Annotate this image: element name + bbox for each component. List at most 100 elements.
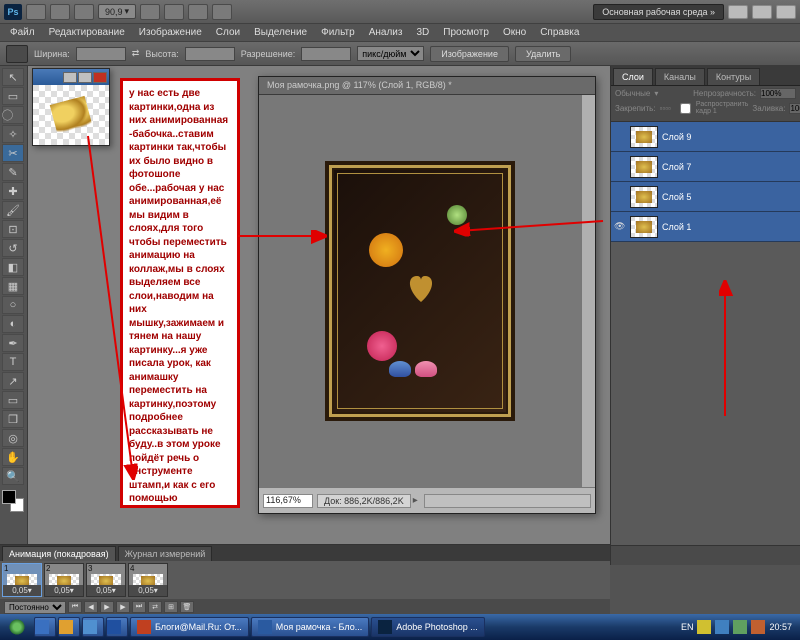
tray-icon[interactable] <box>715 620 729 634</box>
layer-row[interactable]: Слой 9 <box>611 122 800 152</box>
blur-tool[interactable]: ○ <box>2 296 24 314</box>
butterfly-canvas[interactable] <box>33 85 109 145</box>
eraser-tool[interactable]: ◧ <box>2 258 24 276</box>
next-frame-button[interactable]: ▶ <box>116 601 130 613</box>
workspace-switcher[interactable]: Основная рабочая среда » <box>593 4 724 20</box>
duplicate-frame-button[interactable]: ⊞ <box>164 601 178 613</box>
quick-launch-icon[interactable] <box>106 617 128 637</box>
tab-paths[interactable]: Контуры <box>707 68 760 85</box>
history-brush-tool[interactable]: ↺ <box>2 239 24 257</box>
front-image-button[interactable]: Изображение <box>430 46 509 62</box>
taskbar-item[interactable]: Adobe Photoshop ... <box>371 617 485 637</box>
menu-image[interactable]: Изображение <box>133 25 208 40</box>
menu-select[interactable]: Выделение <box>248 25 313 40</box>
system-tray[interactable]: EN 20:57 <box>675 620 798 634</box>
tab-animation[interactable]: Анимация (покадровая) <box>2 546 116 561</box>
animation-frame[interactable]: 20,05▾ <box>44 563 84 597</box>
arrange-icon[interactable] <box>188 4 208 20</box>
layer-row[interactable]: 👁 Слой 1 <box>611 212 800 242</box>
start-button[interactable] <box>2 616 32 638</box>
pen-tool[interactable]: ✒ <box>2 334 24 352</box>
clock[interactable]: 20:57 <box>769 622 792 632</box>
path-tool[interactable]: ↗ <box>2 372 24 390</box>
quick-launch-icon[interactable] <box>82 617 104 637</box>
layer-thumbnail[interactable] <box>630 156 658 178</box>
screen-mode-icon[interactable] <box>212 4 232 20</box>
fill-input[interactable] <box>789 103 800 114</box>
menu-file[interactable]: Файл <box>4 25 41 40</box>
menu-3d[interactable]: 3D <box>410 25 435 40</box>
opacity-input[interactable] <box>760 88 796 99</box>
dodge-tool[interactable]: ◐ <box>2 315 24 333</box>
butterfly-document-window[interactable] <box>32 68 110 146</box>
clear-button[interactable]: Удалить <box>515 46 571 62</box>
blend-mode-select[interactable]: Обычные <box>615 89 650 98</box>
layer-thumbnail[interactable] <box>630 216 658 238</box>
layer-name[interactable]: Слой 1 <box>662 222 691 232</box>
taskbar-item[interactable]: Блоги@Mail.Ru: От... <box>130 617 249 637</box>
move-tool[interactable]: ↖ <box>2 68 24 86</box>
zoom-tool[interactable]: 🔍 <box>2 467 24 485</box>
animation-frame[interactable]: 30,05▾ <box>86 563 126 597</box>
units-select[interactable]: пикс/дюйм <box>357 46 424 61</box>
wand-tool[interactable]: ✧ <box>2 125 24 143</box>
layer-thumbnail[interactable] <box>630 186 658 208</box>
height-input[interactable] <box>185 47 235 61</box>
mini-bridge-icon[interactable] <box>50 4 70 20</box>
3d-tool[interactable]: ❒ <box>2 410 24 428</box>
menu-edit[interactable]: Редактирование <box>43 25 131 40</box>
type-tool[interactable]: T <box>2 353 24 371</box>
menu-filter[interactable]: Фильтр <box>315 25 361 40</box>
layer-name[interactable]: Слой 9 <box>662 132 691 142</box>
prev-frame-button[interactable]: ◀ <box>84 601 98 613</box>
loop-select[interactable]: Постоянно <box>4 601 66 614</box>
swap-icon[interactable]: ⇄ <box>132 48 140 59</box>
horizontal-scrollbar[interactable] <box>424 494 591 508</box>
main-document-window[interactable]: Моя рамочка.png @ 117% (Слой 1, RGB/8) *… <box>258 76 596 514</box>
document-tab[interactable]: Моя рамочка.png @ 117% (Слой 1, RGB/8) * <box>259 77 595 95</box>
eyedropper-tool[interactable]: ✎ <box>2 163 24 181</box>
hand-tool[interactable]: ✋ <box>2 448 24 466</box>
doc-close-icon[interactable] <box>93 72 107 83</box>
close-button[interactable] <box>776 5 796 19</box>
doc-info[interactable]: Док: 886,2K/886,2K <box>317 494 411 508</box>
gradient-tool[interactable]: ▦ <box>2 277 24 295</box>
quick-launch-icon[interactable] <box>58 617 80 637</box>
rotate-view-icon[interactable] <box>164 4 184 20</box>
width-input[interactable] <box>76 47 126 61</box>
shape-tool[interactable]: ▭ <box>2 391 24 409</box>
tab-measurement-log[interactable]: Журнал измерений <box>118 546 213 561</box>
play-button[interactable]: ▶ <box>100 601 114 613</box>
tween-button[interactable]: ⇄ <box>148 601 162 613</box>
stamp-tool[interactable]: ⊡ <box>2 220 24 238</box>
visibility-icon[interactable] <box>614 191 626 203</box>
delete-frame-button[interactable]: 🗑 <box>180 601 194 613</box>
menu-view[interactable]: Просмотр <box>437 25 495 40</box>
tray-icon[interactable] <box>697 620 711 634</box>
menu-layer[interactable]: Слои <box>210 25 246 40</box>
3d-camera-tool[interactable]: ◎ <box>2 429 24 447</box>
brush-tool[interactable]: 🖌 <box>2 201 24 219</box>
color-swatch[interactable] <box>2 490 24 512</box>
layer-thumbnail[interactable] <box>630 126 658 148</box>
hand-tool-icon[interactable] <box>140 4 160 20</box>
marquee-tool[interactable]: ▭ <box>2 87 24 105</box>
animation-frame[interactable]: 40,05▾ <box>128 563 168 597</box>
vertical-scrollbar[interactable] <box>581 95 595 487</box>
visibility-icon[interactable] <box>614 161 626 173</box>
visibility-icon[interactable]: 👁 <box>614 221 626 233</box>
doc-zoom-field[interactable]: 116,67% <box>263 494 313 508</box>
layer-row[interactable]: Слой 5 <box>611 182 800 212</box>
animation-frame[interactable]: 10,05▾ <box>2 563 42 597</box>
doc-maximize-icon[interactable] <box>78 72 92 83</box>
menu-analysis[interactable]: Анализ <box>363 25 409 40</box>
doc-minimize-icon[interactable] <box>63 72 77 83</box>
menu-help[interactable]: Справка <box>534 25 585 40</box>
spread-frame-checkbox[interactable] <box>679 103 692 114</box>
zoom-level[interactable]: 90,9 ▾ <box>98 4 136 19</box>
layer-name[interactable]: Слой 5 <box>662 192 691 202</box>
menu-window[interactable]: Окно <box>497 25 532 40</box>
document-canvas[interactable] <box>259 95 581 487</box>
layer-row[interactable]: Слой 7 <box>611 152 800 182</box>
lasso-tool[interactable]: ⃝ <box>2 106 24 124</box>
